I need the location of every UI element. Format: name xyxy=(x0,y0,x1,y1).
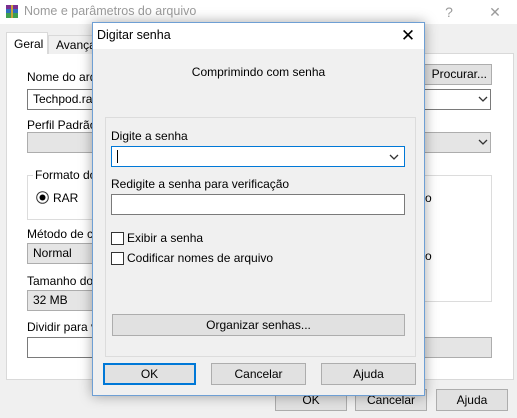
close-window-button[interactable]: ✕ xyxy=(474,0,516,24)
text-caret xyxy=(117,150,118,163)
help-title-button[interactable]: ? xyxy=(428,0,470,24)
method-label: Método de co xyxy=(27,227,100,241)
ok-button[interactable]: OK xyxy=(103,363,196,385)
password-label: Digite a senha xyxy=(111,129,188,143)
help-button[interactable]: Ajuda xyxy=(321,363,416,385)
archive-name-value: Techpod.rar xyxy=(33,92,97,106)
password-dialog-titlebar: Digitar senha ✕ xyxy=(93,23,424,49)
password-input[interactable] xyxy=(111,146,405,167)
format-rar-label: RAR xyxy=(53,191,79,205)
method-value: Normal xyxy=(33,246,72,260)
partial-option-text-2: o xyxy=(425,249,432,263)
method-dropdown[interactable]: Normal xyxy=(27,243,93,264)
verify-password-label: Redigite a senha para verificação xyxy=(111,177,290,191)
password-dialog-title: Digitar senha xyxy=(97,28,171,42)
verify-password-input[interactable] xyxy=(111,194,405,215)
archive-window-titlebar: Nome e parâmetros do arquivo ? ✕ xyxy=(0,0,517,24)
chevron-down-icon[interactable] xyxy=(389,153,399,161)
split-volumes-field[interactable] xyxy=(27,337,93,358)
chevron-down-icon[interactable] xyxy=(478,138,488,146)
show-password-checkbox[interactable] xyxy=(111,232,124,245)
dict-size-value: 32 MB xyxy=(33,293,68,307)
password-dialog: Digitar senha ✕ Comprimindo com senha Di… xyxy=(92,22,425,396)
radio-rar-icon[interactable] xyxy=(36,191,49,204)
encrypt-filenames-label[interactable]: Codificar nomes de arquivo xyxy=(127,251,273,265)
compressing-with-password-heading: Comprimindo com senha xyxy=(191,65,326,79)
split-units-dropdown[interactable] xyxy=(424,337,492,358)
format-group-label: Formato do xyxy=(33,168,99,182)
profile-label: Perfil Padrão xyxy=(27,118,97,132)
partial-option-text-1: o xyxy=(425,191,432,205)
tab-geral[interactable]: Geral xyxy=(6,32,48,54)
dict-size-dropdown[interactable]: 32 MB xyxy=(27,290,93,311)
encrypt-filenames-checkbox[interactable] xyxy=(111,252,124,265)
chevron-down-icon[interactable] xyxy=(478,95,488,103)
cancel-button[interactable]: Cancelar xyxy=(211,363,306,385)
tab-avancado[interactable]: Avança xyxy=(48,35,96,54)
right-options-group xyxy=(424,175,492,302)
close-icon[interactable]: ✕ xyxy=(392,23,424,49)
winrar-archive-icon xyxy=(6,5,18,18)
help-button-bg[interactable]: Ajuda xyxy=(436,389,508,411)
show-password-label[interactable]: Exibir a senha xyxy=(127,231,203,245)
organize-passwords-button[interactable]: Organizar senhas... xyxy=(112,314,405,336)
browse-button[interactable]: Procurar... xyxy=(414,64,492,85)
archive-window-title: Nome e parâmetros do arquivo xyxy=(24,4,197,18)
